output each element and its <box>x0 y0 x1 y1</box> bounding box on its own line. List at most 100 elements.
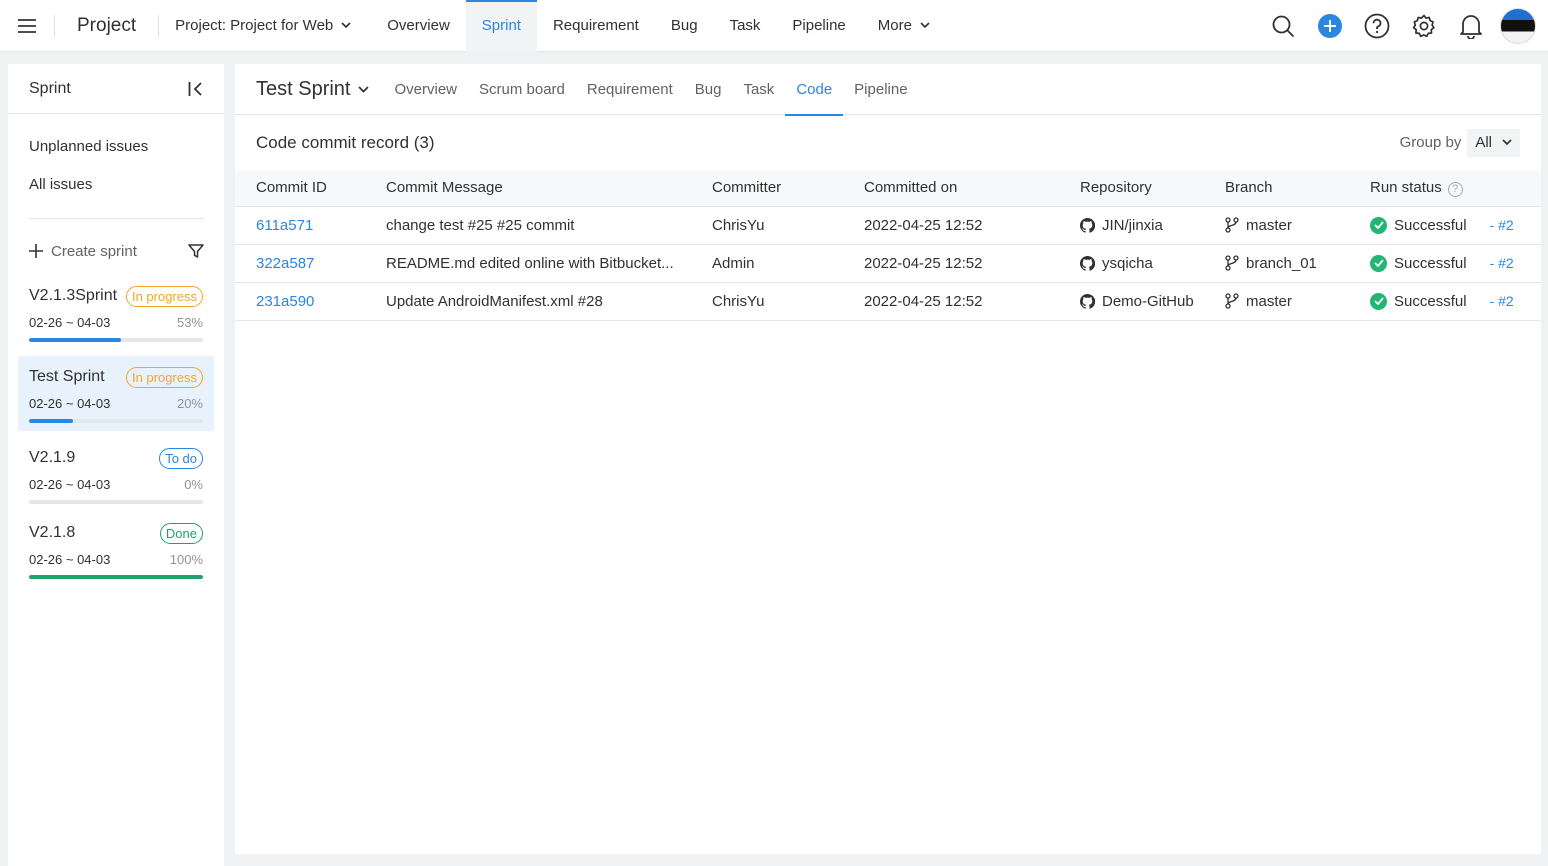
tab-requirement[interactable]: Requirement <box>576 64 684 115</box>
column-header-label: Run status <box>1370 179 1442 196</box>
nav-bug[interactable]: Bug <box>655 0 714 52</box>
sprint-percent: 53% <box>176 315 203 330</box>
nav-task[interactable]: Task <box>714 0 777 52</box>
sprint-tabs-bar: Test Sprint Overview Scrum board Require… <box>235 64 1541 116</box>
github-icon <box>1080 293 1095 309</box>
add-icon[interactable] <box>1306 0 1353 52</box>
plus-icon <box>29 244 43 258</box>
branch-name: master <box>1246 216 1292 234</box>
sprint-percent: 0% <box>184 477 203 492</box>
status-badge: In progress <box>125 366 203 388</box>
sidebar-item-all-issues[interactable]: All issues <box>8 166 224 204</box>
sprint-item[interactable]: V2.1.8 Done 02-26 ~ 04-03 100% <box>18 512 214 587</box>
avatar[interactable] <box>1500 8 1536 44</box>
repository-link[interactable]: JIN/jinxia <box>1102 217 1163 234</box>
sprint-selector[interactable]: Test Sprint <box>256 78 370 101</box>
pipeline-run-link[interactable]: - #2 <box>1490 217 1514 233</box>
pipeline-run-link[interactable]: - #2 <box>1490 255 1514 271</box>
nav-more[interactable]: More <box>862 0 946 52</box>
table-row: 611a571 change test #25 #25 commit Chris… <box>235 206 1541 245</box>
branch-icon <box>1225 255 1239 271</box>
main-panel: Test Sprint Overview Scrum board Require… <box>235 64 1541 854</box>
sidebar-title: Sprint <box>29 79 71 97</box>
column-header[interactable]: Commit ID <box>235 170 386 207</box>
committer: ChrisYu <box>712 206 864 245</box>
sprint-progress-fill <box>29 338 122 342</box>
commit-table: Commit ID Commit Message Committer Commi… <box>235 170 1541 321</box>
nav-pipeline[interactable]: Pipeline <box>776 0 861 52</box>
record-header: Code commit record (3) Group by All <box>235 115 1541 170</box>
committed-on: 2022-04-25 12:52 <box>864 244 1080 283</box>
run-status: Successful <box>1394 292 1467 310</box>
commit-message: change test #25 #25 commit <box>386 206 712 245</box>
group-by-select[interactable]: All <box>1467 128 1520 157</box>
bell-icon[interactable] <box>1447 0 1494 52</box>
sidebar-item-unplanned-issues[interactable]: Unplanned issues <box>8 128 224 166</box>
sprint-sidebar: Sprint Unplanned issues All issues Creat… <box>8 64 224 866</box>
app-title: Project <box>77 14 137 36</box>
table-row: 322a587 README.md edited online with Bit… <box>235 244 1541 283</box>
column-header[interactable]: Repository <box>1080 170 1225 207</box>
tab-task[interactable]: Task <box>732 64 785 115</box>
tab-bug[interactable]: Bug <box>684 64 733 115</box>
sprint-progress-bar <box>29 338 203 342</box>
sprint-progress-bar <box>29 575 203 579</box>
check-circle-icon <box>1370 216 1387 234</box>
create-sprint-label: Create sprint <box>51 242 137 260</box>
nav-more-label: More <box>877 17 912 34</box>
help-icon[interactable] <box>1353 0 1400 52</box>
sprint-name: V2.1.8 <box>29 524 76 541</box>
tab-overview[interactable]: Overview <box>383 64 468 115</box>
nav-requirement[interactable]: Requirement <box>537 0 655 52</box>
check-circle-icon <box>1370 292 1387 310</box>
sprint-item[interactable]: V2.1.9 To do 02-26 ~ 04-03 0% <box>18 437 214 512</box>
tab-code[interactable]: Code <box>785 64 844 116</box>
collapse-icon[interactable] <box>188 81 204 96</box>
menu-icon[interactable] <box>0 0 54 52</box>
create-sprint-button[interactable]: Create sprint <box>29 243 137 260</box>
help-icon[interactable]: ? <box>1447 181 1463 197</box>
committed-on: 2022-04-25 12:52 <box>864 206 1080 245</box>
column-header-run-status[interactable]: Run status? <box>1370 170 1541 207</box>
table-row: 231a590 Update AndroidManifest.xml #28 C… <box>235 282 1541 321</box>
nav-sprint[interactable]: Sprint <box>465 0 538 52</box>
sprint-progress-bar <box>29 419 203 423</box>
sprint-item[interactable]: V2.1.3Sprint In progress 02-26 ~ 04-03 53% <box>18 275 214 350</box>
chevron-down-icon <box>358 85 370 93</box>
sprint-name: V2.1.3Sprint <box>29 287 118 304</box>
pipeline-run-link[interactable]: - #2 <box>1490 293 1514 309</box>
tab-pipeline[interactable]: Pipeline <box>843 64 918 115</box>
status-badge: Done <box>159 522 203 544</box>
repository-link[interactable]: Demo-GitHub <box>1102 293 1194 310</box>
commit-id-link[interactable]: 611a571 <box>256 217 313 234</box>
sprint-progress-fill <box>29 575 203 579</box>
tab-scrum-board[interactable]: Scrum board <box>468 64 576 115</box>
nav-overview[interactable]: Overview <box>371 0 466 52</box>
check-circle-icon <box>1370 254 1387 272</box>
column-header[interactable]: Committed on <box>864 170 1080 207</box>
run-status: Successful <box>1394 254 1467 272</box>
commit-id-link[interactable]: 231a590 <box>256 293 314 310</box>
filter-icon[interactable] <box>188 243 204 259</box>
commit-id-link[interactable]: 322a587 <box>256 255 314 272</box>
sprint-item[interactable]: Test Sprint In progress 02-26 ~ 04-03 20% <box>18 356 214 431</box>
column-header[interactable]: Commit Message <box>386 170 712 207</box>
sprint-dates: 02-26 ~ 04-03 <box>29 477 111 492</box>
create-sprint-row: Create sprint <box>8 233 224 269</box>
top-nav: Overview Sprint Requirement Bug Task Pip… <box>371 0 946 52</box>
search-icon[interactable] <box>1259 0 1306 52</box>
column-header[interactable]: Committer <box>712 170 864 207</box>
column-header[interactable]: Branch <box>1225 170 1370 207</box>
gear-icon[interactable] <box>1400 0 1447 52</box>
commit-message: Update AndroidManifest.xml #28 <box>386 282 712 321</box>
sprint-name: Test Sprint <box>29 368 105 385</box>
branch-name: branch_01 <box>1246 254 1317 272</box>
branch-name: master <box>1246 292 1292 310</box>
chevron-down-icon <box>1502 139 1512 146</box>
committed-on: 2022-04-25 12:52 <box>864 282 1080 321</box>
repository-link[interactable]: ysqicha <box>1102 255 1153 272</box>
project-selector[interactable]: Project: Project for Web <box>159 17 363 34</box>
committer: Admin <box>712 244 864 283</box>
chevron-down-icon <box>920 22 930 29</box>
sprint-name: V2.1.9 <box>29 449 76 466</box>
